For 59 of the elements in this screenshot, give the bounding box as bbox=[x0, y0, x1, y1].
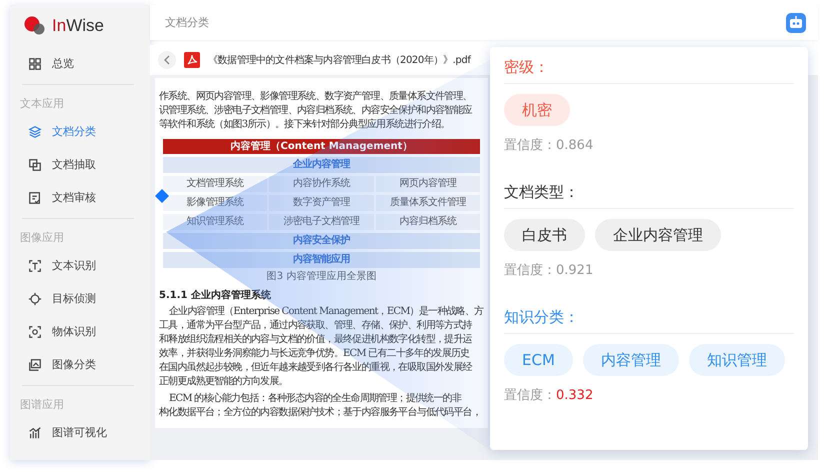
chart-icon bbox=[28, 426, 42, 440]
text-scan-icon bbox=[28, 258, 42, 272]
tag: 知识管理 bbox=[688, 344, 785, 376]
section-title: 文档类型： bbox=[504, 182, 580, 203]
document-text-line: 企业内容管理（Enterprise Content Management，ECM）是一种战略、方 bbox=[168, 305, 484, 319]
file-name: 《数据管理中的文件档案与内容管理白皮书（2020年）》.pdf bbox=[208, 54, 470, 67]
sidebar-item[interactable]: 文档分类 bbox=[18, 115, 138, 148]
document-check-icon bbox=[28, 190, 42, 204]
grid-icon bbox=[28, 56, 42, 70]
confidence-label: 置信度： bbox=[504, 138, 556, 153]
document-text-line: ECM 的核心能力包括：各种形态内容的全生命周期管理；提供统一的非 bbox=[168, 392, 462, 406]
target-icon bbox=[28, 292, 42, 306]
sidebar-item[interactable]: 总览 bbox=[18, 47, 138, 80]
confidence-label: 置信度： bbox=[504, 388, 556, 403]
figure-caption: 图3 内容管理应用全景图 bbox=[266, 271, 378, 283]
confidence-value: 0.921 bbox=[556, 263, 594, 278]
layers-icon bbox=[28, 124, 42, 138]
diagram-cell: 文档管理系统 bbox=[163, 176, 268, 192]
sidebar-item[interactable]: 文本识别 bbox=[18, 249, 138, 282]
sidebar-item[interactable]: 图像分类 bbox=[18, 348, 138, 381]
confidence-value: 0.864 bbox=[556, 138, 594, 153]
section-title: 知识分类： bbox=[504, 307, 580, 328]
pdf-icon bbox=[184, 52, 200, 68]
tag: 白皮书 bbox=[504, 219, 585, 251]
scan-icon bbox=[28, 324, 42, 338]
tag: 机密 bbox=[504, 94, 570, 126]
document-text-line: 效率，并获得业务洞察能力与长远竞争优势。ECM 已有二十多年的发展历史 bbox=[159, 347, 470, 361]
brand-name: InWise bbox=[52, 16, 104, 36]
diamond-marker-icon bbox=[155, 189, 169, 203]
confidence-value: 0.332 bbox=[556, 388, 594, 403]
tag: 内容管理 bbox=[582, 344, 679, 376]
document-text-line: 作系统、网页内容管理、影像管理系统、数字资产管理、质量体系文件管理、 bbox=[159, 90, 473, 104]
document-text-line: 和释放组织流程相关的内容与文档的价值，最终促进机构数字化转型，提升运 bbox=[159, 333, 473, 347]
group-title: 文本应用 bbox=[19, 96, 65, 112]
tag: 企业内容管理 bbox=[595, 219, 721, 251]
section-title: 密级： bbox=[504, 57, 550, 78]
document-text-line: 正朝更成熟更智能的方向发展。 bbox=[159, 375, 289, 389]
logo-icon bbox=[24, 16, 46, 36]
sidebar-item[interactable]: 文档抽取 bbox=[18, 148, 138, 181]
confidence-label: 置信度： bbox=[504, 263, 556, 278]
sidebar-item[interactable]: 物体识别 bbox=[18, 315, 138, 348]
document-text-line: 等软件和系统（如图3所示）。接下来针对部分典型应用系统进行介绍。 bbox=[159, 118, 451, 132]
section-heading: 5.1.1 企业内容管理系统 bbox=[159, 290, 272, 302]
sidebar-item[interactable]: 目标侦测 bbox=[18, 282, 138, 315]
document-text-line: 在国内虽然起步较晚，但近年越来越受到各行各业的重视，在吸取国外发展经 bbox=[159, 361, 474, 375]
back-button[interactable] bbox=[158, 51, 176, 69]
copy-icon bbox=[28, 158, 42, 172]
document-text-line: 工具，通常为平台型产品，通过内容获取、管理、存储、保护、利用等方式持 bbox=[159, 319, 474, 333]
sidebar-item[interactable]: 文档审核 bbox=[18, 181, 138, 214]
page-title: 文档分类 bbox=[165, 15, 209, 30]
group-title: 图像应用 bbox=[19, 230, 65, 246]
group-title: 图谱应用 bbox=[19, 397, 65, 413]
sidebar-item[interactable]: 图谱可视化 bbox=[18, 416, 138, 449]
tag: ECM bbox=[504, 344, 573, 376]
image-icon bbox=[28, 358, 42, 372]
document-text-line: 识管理系统、涉密电子文档管理、内容归档系统、内容安全保护和内容智能应 bbox=[159, 104, 473, 118]
document-text-line: 构化数据平台；全方位的内容数据保护技术；基于内容服务平台与低代码平台， bbox=[159, 406, 482, 420]
chevron-left-icon bbox=[163, 55, 171, 65]
robot-avatar-icon[interactable] bbox=[786, 12, 806, 32]
